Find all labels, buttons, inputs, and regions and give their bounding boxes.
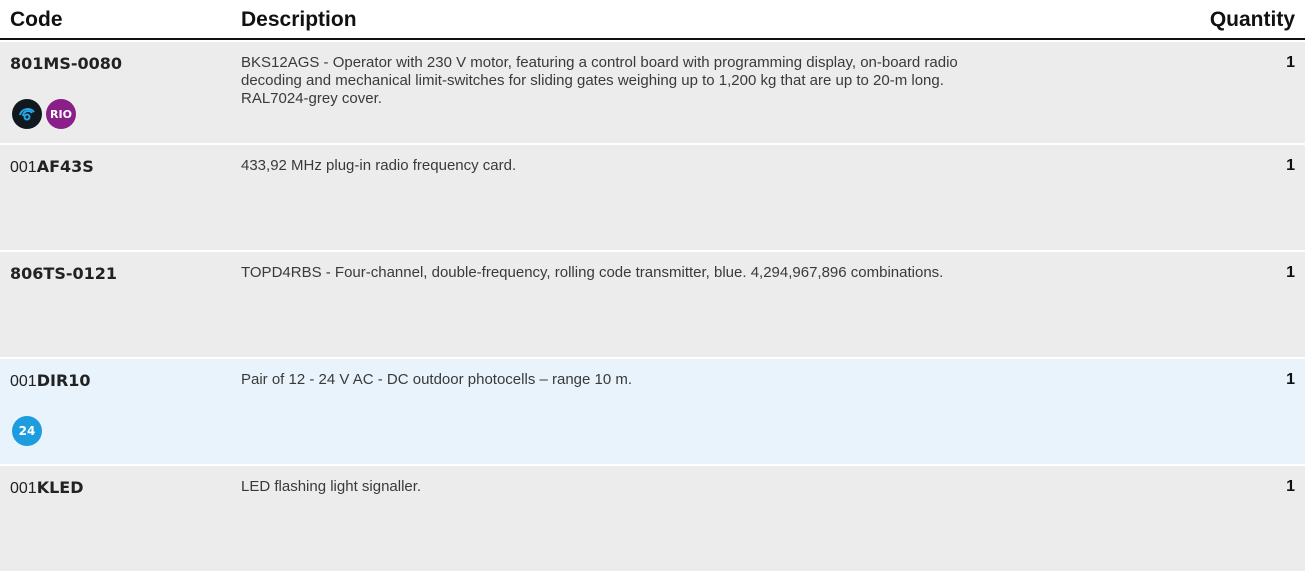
column-header-quantity: Quantity [1209,8,1295,31]
product-quantity: 1 [1286,371,1295,388]
product-description: BKS12AGS - Operator with 230 V motor, fe… [241,54,958,107]
product-quantity: 1 [1286,264,1295,281]
table-row: 001AF43S 433,92 MHz plug-in radio freque… [0,145,1305,250]
product-description: TOPD4RBS - Four-channel, double-frequenc… [241,264,944,281]
product-table: Code Description Quantity 801MS-0080 BKS… [0,0,1305,571]
code-main: DIR10 [36,371,91,390]
code-prefix: 001 [10,373,37,390]
code-main: 806TS-0121 [10,264,118,283]
table-header: Code Description Quantity [0,0,1305,40]
code-main: AF43S [36,157,94,176]
table-row: 801MS-0080 BKS12AGS - Operator with 230 … [0,42,1305,143]
product-code: 806TS-0121 [10,264,117,284]
code-prefix: 001 [10,159,37,176]
product-code: 001DIR10 [10,371,91,391]
voltage-24v-badge: 24 [12,416,42,446]
feature-badges: 24 [12,416,42,446]
feature-badges: RIO [12,99,76,129]
code-prefix: 001 [10,480,37,497]
table-row: 001KLED LED flashing light signaller. 1 [0,466,1305,571]
code-main: KLED [36,478,84,497]
code-main: 801MS-0080 [10,54,123,73]
product-code: 001AF43S [10,157,94,177]
product-code: 001KLED [10,478,84,498]
product-quantity: 1 [1286,54,1295,71]
product-description: Pair of 12 - 24 V AC - DC outdoor photoc… [241,371,633,388]
column-header-code: Code [10,8,63,31]
table-row: 806TS-0121 TOPD4RBS - Four-channel, doub… [0,252,1305,357]
voltage-24v-label: 24 [18,424,36,438]
column-header-description: Description [241,8,357,31]
rio-badge: RIO [46,99,76,129]
product-description: LED flashing light signaller. [241,478,422,495]
product-code: 801MS-0080 [10,54,122,74]
product-description: 433,92 MHz plug-in radio frequency card. [241,157,517,174]
product-quantity: 1 [1286,478,1295,495]
table-row: 001DIR10 Pair of 12 - 24 V AC - DC outdo… [0,359,1305,464]
product-quantity: 1 [1286,157,1295,174]
wifi-icon [12,99,42,129]
